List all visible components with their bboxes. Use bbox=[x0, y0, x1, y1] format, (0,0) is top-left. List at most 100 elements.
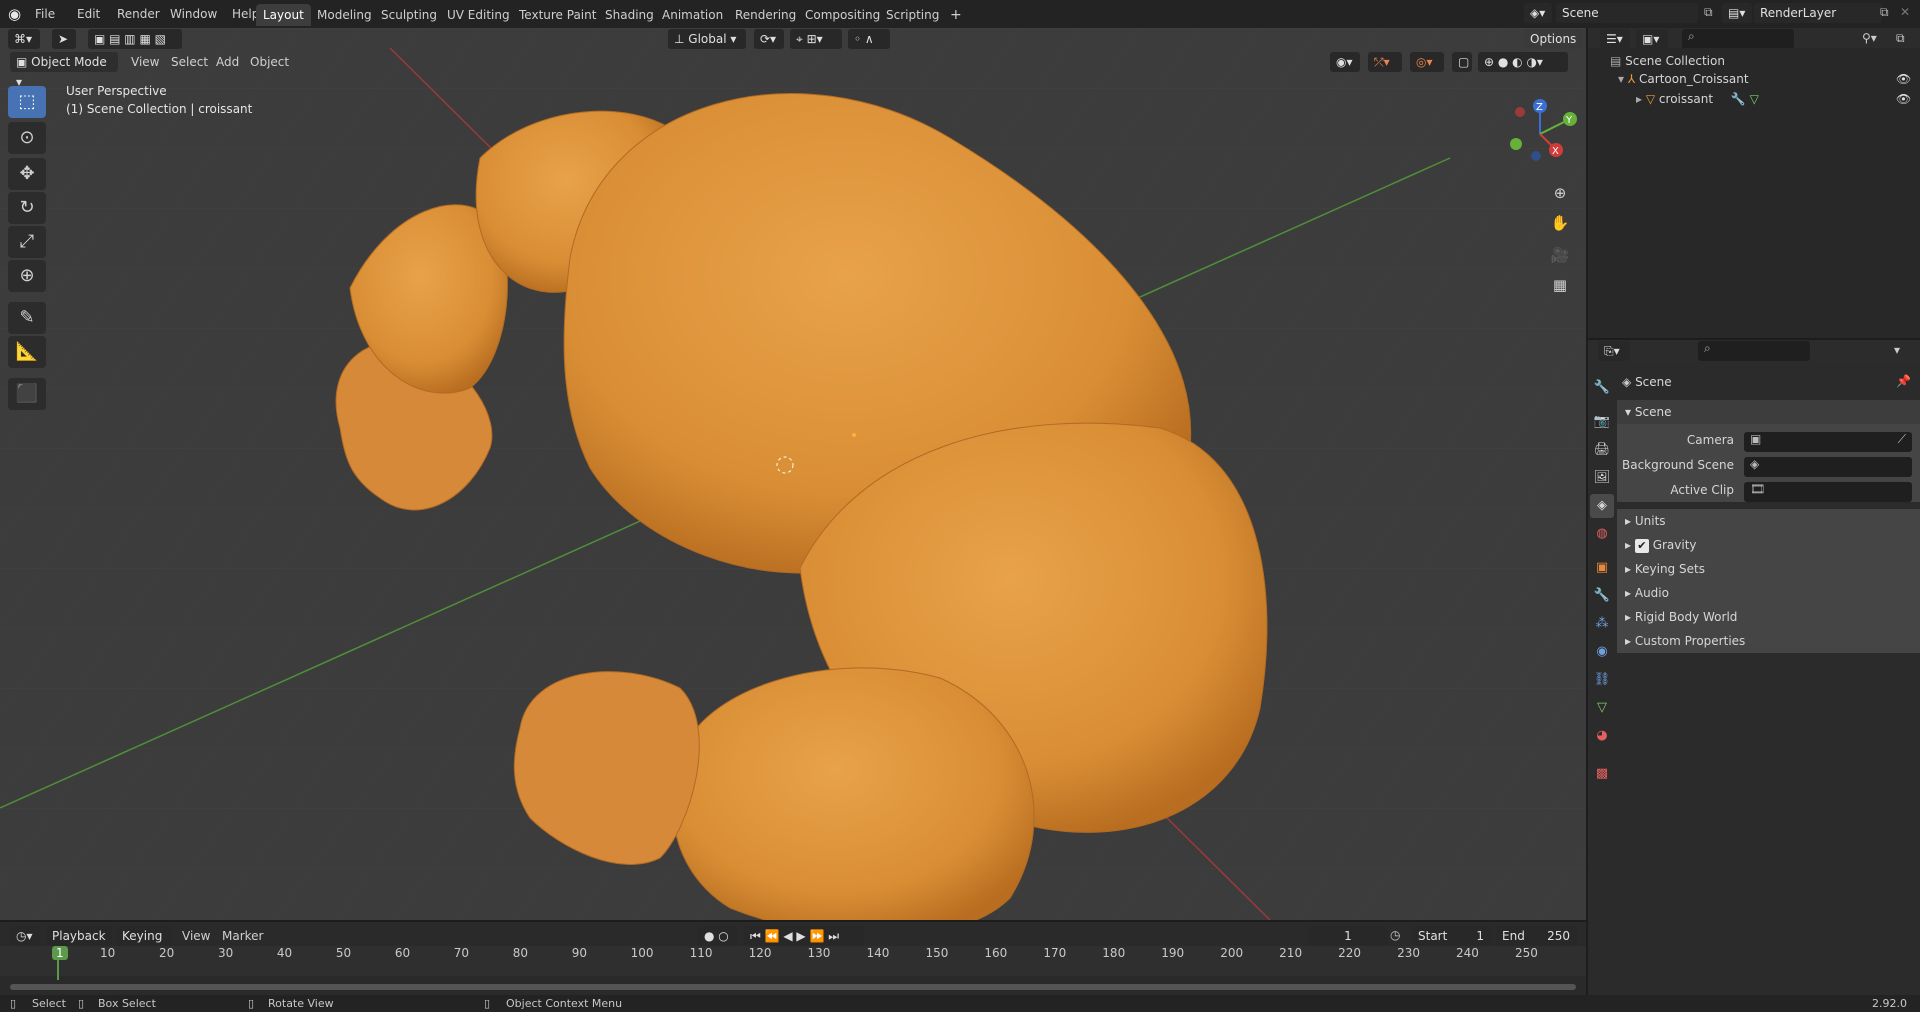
move-tool-icon[interactable]: ✥ bbox=[8, 158, 46, 190]
select-cursor-icon[interactable]: ➤ bbox=[52, 29, 76, 49]
material-tab-icon[interactable]: ◕ bbox=[1590, 724, 1614, 748]
tab-rendering[interactable]: Rendering bbox=[728, 4, 803, 26]
pivot-point-icon[interactable]: ⟳▾ bbox=[754, 29, 784, 49]
editor-type-icon[interactable]: ⌘▾ bbox=[8, 29, 40, 49]
viewport-menu-view[interactable]: View bbox=[131, 52, 159, 72]
proportional-edit-icon[interactable]: ◦ ∧ bbox=[848, 29, 890, 49]
end-frame-field[interactable]: End 250 bbox=[1496, 926, 1578, 946]
view-layer-new-icon[interactable]: ⧉ bbox=[1880, 5, 1889, 20]
select-box-tool-icon[interactable]: ⬚ bbox=[8, 86, 46, 118]
menu-edit[interactable]: Edit bbox=[77, 4, 100, 24]
properties-options-icon[interactable]: ▾ bbox=[1894, 343, 1900, 357]
selection-mode-icons[interactable]: ▣ ▤ ▥ ▦ ▧ bbox=[88, 29, 182, 49]
world-tab-icon[interactable]: ◍ bbox=[1590, 522, 1614, 546]
tab-compositing[interactable]: Compositing bbox=[798, 4, 887, 26]
tab-uv-editing[interactable]: UV Editing bbox=[440, 4, 517, 26]
overlay-icon[interactable]: ◎▾ bbox=[1410, 52, 1444, 72]
display-mode-icon[interactable]: ▣▾ bbox=[1636, 29, 1668, 49]
scene-panel-header[interactable]: ▾ Scene bbox=[1617, 400, 1920, 424]
units-panel[interactable]: ▸ Units bbox=[1617, 509, 1920, 533]
particles-tab-icon[interactable]: ⁂ bbox=[1590, 612, 1614, 636]
armature-visibility-eye-icon[interactable]: 👁 bbox=[1896, 72, 1911, 86]
outliner-search-input[interactable]: ⌕ bbox=[1682, 29, 1794, 49]
playback-dropdown[interactable]: Playback ▾ bbox=[46, 926, 112, 963]
outliner-row-armature[interactable]: ▾ ⅄ Cartoon_Croissant bbox=[1618, 72, 1749, 86]
object-tab-icon[interactable]: ▣ bbox=[1590, 556, 1614, 580]
scene-collection-row[interactable]: ▤ Scene Collection bbox=[1610, 54, 1725, 68]
scene-new-icon[interactable]: ⧉ bbox=[1704, 5, 1713, 20]
current-frame-field[interactable]: 1 bbox=[1308, 926, 1388, 946]
menu-render[interactable]: Render bbox=[117, 4, 160, 24]
timeline-editor-type-icon[interactable]: ◷▾ bbox=[10, 926, 40, 946]
shading-mode-icons[interactable]: ⊕ ● ◐ ◑▾ bbox=[1478, 52, 1568, 72]
mode-dropdown[interactable]: ▣ Object Mode ▾ bbox=[10, 52, 118, 89]
view-layer-browse-icon[interactable]: ▤▾ bbox=[1722, 3, 1752, 23]
xray-icon[interactable]: ▢ bbox=[1452, 52, 1472, 72]
new-collection-icon[interactable]: ⧉ bbox=[1896, 31, 1905, 46]
ortho-grid-icon[interactable]: ▦ bbox=[1547, 272, 1573, 298]
blender-logo-icon[interactable]: ◉ bbox=[8, 4, 21, 24]
annotate-tool-icon[interactable]: ✎ bbox=[8, 302, 46, 334]
view-layer-field[interactable]: RenderLayer bbox=[1754, 3, 1882, 23]
scale-tool-icon[interactable]: ⤢ bbox=[8, 226, 46, 258]
background-scene-field[interactable]: ◈ bbox=[1744, 457, 1912, 477]
keying-dropdown[interactable]: Keying ▾ bbox=[116, 926, 172, 963]
rigid-body-world-panel[interactable]: ▸ Rigid Body World bbox=[1617, 605, 1920, 629]
view-layer-close-icon[interactable]: ✕ bbox=[1900, 5, 1910, 19]
tab-texture-paint[interactable]: Texture Paint bbox=[512, 4, 603, 26]
options-button[interactable]: Options bbox=[1524, 29, 1582, 49]
add-workspace-icon[interactable]: + bbox=[943, 4, 969, 26]
timeline-scrollbar[interactable] bbox=[10, 984, 1576, 990]
tool-tab-icon[interactable]: 🔧 bbox=[1590, 376, 1614, 400]
view-layer-tab-icon[interactable]: 🖼 bbox=[1590, 466, 1614, 490]
properties-search-input[interactable]: ⌕ bbox=[1698, 341, 1810, 361]
add-cube-tool-icon[interactable]: ⬛ bbox=[8, 378, 46, 410]
eyedropper-icon[interactable]: ⟋ bbox=[1898, 432, 1906, 447]
outliner-editor-type-icon[interactable]: ☰▾ bbox=[1600, 29, 1630, 49]
visibility-icon[interactable]: ◉▾ bbox=[1330, 52, 1360, 72]
modifier-tab-icon[interactable]: 🔧 bbox=[1590, 584, 1614, 608]
navigation-gizmo[interactable]: Z Y X bbox=[1500, 94, 1580, 174]
data-tab-icon[interactable]: ▽ bbox=[1590, 696, 1614, 720]
pin-icon[interactable]: 📌 bbox=[1896, 374, 1911, 388]
constraints-tab-icon[interactable]: ⛓ bbox=[1590, 668, 1614, 692]
active-clip-field[interactable]: 🎞 bbox=[1744, 482, 1912, 502]
scene-browse-icon[interactable]: ◈▾ bbox=[1524, 3, 1552, 23]
gravity-panel[interactable]: ▸ ✔ Gravity bbox=[1617, 533, 1920, 557]
audio-panel[interactable]: ▸ Audio bbox=[1617, 581, 1920, 605]
tab-scripting[interactable]: Scripting bbox=[879, 4, 946, 26]
outliner-row-mesh[interactable]: ▸ ▽ croissant 🔧 ▽ bbox=[1636, 92, 1759, 106]
viewport-menu-add[interactable]: Add bbox=[216, 52, 239, 72]
timeline-menu-view[interactable]: View bbox=[182, 926, 210, 946]
tab-animation[interactable]: Animation bbox=[655, 4, 730, 26]
timeline-menu-marker[interactable]: Marker bbox=[222, 926, 263, 946]
zoom-icon[interactable]: ⊕ bbox=[1547, 180, 1573, 206]
cursor-tool-icon[interactable]: ⊙ bbox=[8, 122, 46, 154]
properties-editor-type-icon[interactable]: ⎘▾ bbox=[1598, 341, 1630, 361]
transform-orientation-dropdown[interactable]: ⊥ Global ▾ bbox=[668, 29, 746, 49]
scene-field[interactable]: Scene bbox=[1556, 3, 1698, 23]
gravity-checkbox[interactable]: ✔ bbox=[1634, 539, 1649, 553]
scene-tab-icon[interactable]: ◈ bbox=[1590, 494, 1614, 518]
menu-file[interactable]: File bbox=[35, 4, 55, 24]
snap-icon[interactable]: ⌖ ⊞▾ bbox=[790, 29, 842, 49]
tab-shading[interactable]: Shading bbox=[598, 4, 661, 26]
pan-hand-icon[interactable]: ✋ bbox=[1547, 210, 1573, 236]
menu-window[interactable]: Window bbox=[170, 4, 217, 24]
start-frame-field[interactable]: Start 1 bbox=[1412, 926, 1492, 946]
viewport-menu-object[interactable]: Object bbox=[250, 52, 289, 72]
tab-sculpting[interactable]: Sculpting bbox=[374, 4, 444, 26]
gizmo-icon[interactable]: ⤱▾ bbox=[1368, 52, 1402, 72]
keying-sets-panel[interactable]: ▸ Keying Sets bbox=[1617, 557, 1920, 581]
filter-icon[interactable]: ⚲▾ bbox=[1862, 31, 1877, 45]
camera-view-icon[interactable]: 🎥 bbox=[1547, 242, 1573, 268]
playback-controls[interactable]: ⏮ ⏪ ◀ ▶ ⏩ ⏭ bbox=[744, 926, 864, 946]
transform-tool-icon[interactable]: ⊕ bbox=[8, 260, 46, 292]
rotate-tool-icon[interactable]: ↻ bbox=[8, 192, 46, 224]
viewport-menu-select[interactable]: Select bbox=[171, 52, 208, 72]
tab-layout[interactable]: Layout bbox=[256, 4, 311, 26]
camera-field[interactable]: ▣ ⟋ bbox=[1744, 432, 1912, 452]
measure-tool-icon[interactable]: 📐 bbox=[8, 336, 46, 368]
custom-properties-panel[interactable]: ▸ Custom Properties bbox=[1617, 629, 1920, 653]
physics-tab-icon[interactable]: ◉ bbox=[1590, 640, 1614, 664]
